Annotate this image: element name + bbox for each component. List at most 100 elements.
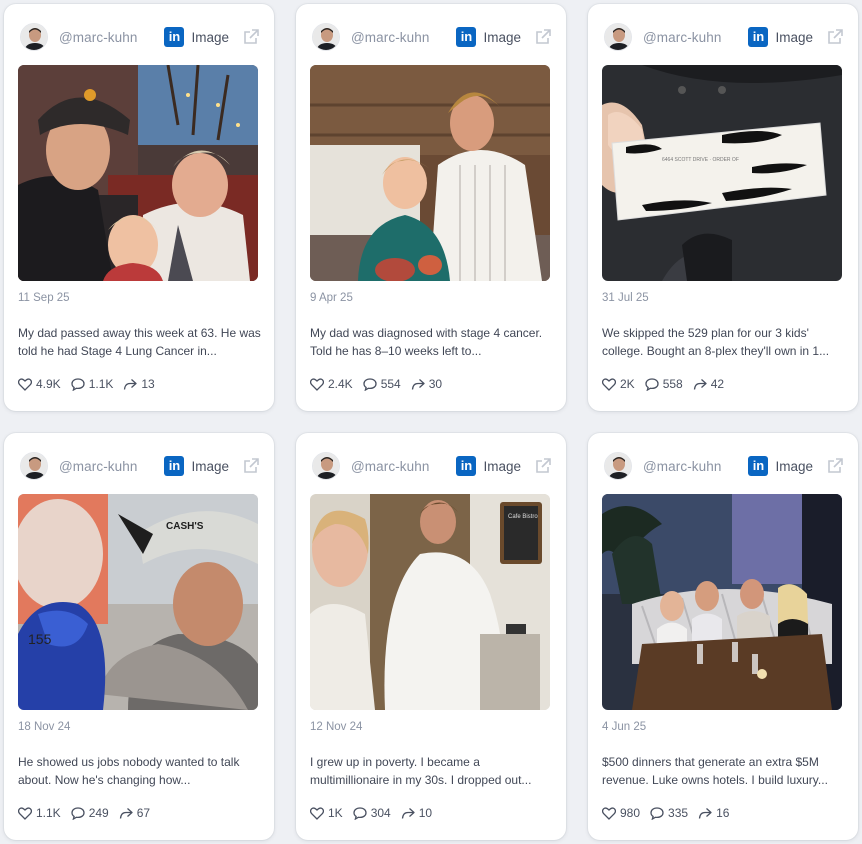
shares-count: 13 — [141, 377, 155, 391]
helmet-text: CASH'S — [166, 521, 204, 532]
author-handle[interactable]: @marc-kuhn — [643, 459, 748, 474]
likes-stat[interactable]: 2K — [602, 377, 635, 391]
share-icon — [693, 378, 707, 390]
comments-count: 304 — [370, 806, 391, 820]
post-image[interactable] — [310, 65, 550, 281]
shares-stat[interactable]: 16 — [698, 806, 729, 820]
post-image[interactable]: Cafe Bistro — [310, 494, 550, 710]
post-card[interactable]: @marc-kuhn in Image 9 Apr 25 My dad was … — [296, 4, 566, 411]
avatar[interactable] — [312, 23, 340, 51]
heart-icon — [602, 377, 616, 391]
heart-icon — [18, 377, 32, 391]
post-type-label: Image — [483, 29, 521, 45]
post-card[interactable]: @marc-kuhn in Image 11 Sep 25 My dad pas… — [4, 4, 274, 411]
share-icon — [698, 807, 712, 819]
post-stats: 980 335 16 — [602, 806, 739, 820]
shares-stat[interactable]: 67 — [119, 806, 150, 820]
check-text: 6464 SCOTT DRIVE · ORDER OF — [662, 157, 739, 163]
post-date: 11 Sep 25 — [18, 292, 70, 304]
post-stats: 2K 558 42 — [602, 377, 734, 391]
post-text[interactable]: My dad was diagnosed with stage 4 cancer… — [310, 324, 554, 360]
shares-count: 10 — [418, 806, 433, 820]
comment-icon — [645, 377, 659, 391]
comments-stat[interactable]: 1.1K — [71, 377, 114, 391]
post-type-label: Image — [483, 458, 521, 474]
post-stats: 4.9K 1.1K 13 — [18, 377, 165, 391]
comment-icon — [650, 806, 664, 820]
share-icon — [124, 378, 138, 390]
comments-stat[interactable]: 304 — [353, 806, 391, 820]
author-handle[interactable]: @marc-kuhn — [59, 30, 164, 45]
post-stats: 1.1K 249 67 — [18, 806, 160, 820]
post-type-label: Image — [775, 29, 813, 45]
card-header: @marc-kuhn in Image — [604, 21, 844, 53]
tank-number: 155 — [28, 631, 52, 647]
post-type-label: Image — [191, 458, 229, 474]
likes-stat[interactable]: 2.4K — [310, 377, 353, 391]
sign-text: Cafe Bistro — [508, 514, 538, 520]
post-card[interactable]: @marc-kuhn in Image 4 Jun 25 $500 dinner… — [588, 433, 858, 840]
comments-stat[interactable]: 249 — [71, 806, 109, 820]
external-link-icon[interactable] — [242, 28, 260, 46]
shares-stat[interactable]: 42 — [693, 377, 724, 391]
likes-stat[interactable]: 1.1K — [18, 806, 61, 820]
post-type-label: Image — [775, 458, 813, 474]
post-text[interactable]: $500 dinners that generate an extra $5M … — [602, 753, 846, 789]
card-header: @marc-kuhn in Image — [312, 21, 552, 53]
post-text[interactable]: I grew up in poverty. I became a multimi… — [310, 753, 554, 789]
external-link-icon[interactable] — [826, 28, 844, 46]
post-card[interactable]: @marc-kuhn in Image CASH'S 155 18 Nov 24… — [4, 433, 274, 840]
shares-count: 16 — [716, 806, 730, 820]
external-link-icon[interactable] — [534, 457, 552, 475]
linkedin-icon: in — [456, 456, 477, 476]
heart-icon — [18, 806, 32, 820]
likes-stat[interactable]: 1K — [310, 806, 343, 820]
avatar[interactable] — [604, 452, 632, 480]
avatar[interactable] — [20, 452, 48, 480]
post-text[interactable]: My dad passed away this week at 63. He w… — [18, 324, 262, 360]
shares-stat[interactable]: 10 — [401, 806, 432, 820]
author-handle[interactable]: @marc-kuhn — [351, 30, 456, 45]
post-card[interactable]: @marc-kuhn in Image 6464 SCOTT DRIVE · O… — [588, 4, 858, 411]
likes-count: 4.9K — [36, 377, 61, 391]
shares-count: 42 — [710, 377, 725, 391]
shares-count: 67 — [136, 806, 151, 820]
card-header: @marc-kuhn in Image — [604, 450, 844, 482]
comments-count: 1.1K — [88, 377, 114, 391]
comments-count: 554 — [380, 377, 401, 391]
heart-icon — [310, 377, 324, 391]
comments-stat[interactable]: 558 — [645, 377, 683, 391]
post-card[interactable]: @marc-kuhn in Image Cafe Bistro 12 Nov 2… — [296, 433, 566, 840]
post-text[interactable]: We skipped the 529 plan for our 3 kids' … — [602, 324, 846, 360]
post-date: 18 Nov 24 — [18, 721, 71, 733]
shares-stat[interactable]: 13 — [123, 377, 155, 391]
post-image[interactable]: 6464 SCOTT DRIVE · ORDER OF — [602, 65, 842, 281]
card-header: @marc-kuhn in Image — [20, 21, 260, 53]
likes-stat[interactable]: 980 — [602, 806, 640, 820]
comments-stat[interactable]: 335 — [650, 806, 688, 820]
avatar[interactable] — [604, 23, 632, 51]
post-image[interactable] — [18, 65, 258, 281]
post-stats: 2.4K 554 30 — [310, 377, 452, 391]
comments-stat[interactable]: 554 — [363, 377, 401, 391]
post-text[interactable]: He showed us jobs nobody wanted to talk … — [18, 753, 262, 789]
comment-icon — [71, 377, 85, 391]
post-image[interactable] — [602, 494, 842, 710]
post-image[interactable]: CASH'S 155 — [18, 494, 258, 710]
likes-count: 980 — [620, 806, 641, 820]
author-handle[interactable]: @marc-kuhn — [643, 30, 748, 45]
comment-icon — [353, 806, 367, 820]
avatar[interactable] — [312, 452, 340, 480]
likes-stat[interactable]: 4.9K — [18, 377, 61, 391]
author-handle[interactable]: @marc-kuhn — [351, 459, 456, 474]
external-link-icon[interactable] — [534, 28, 552, 46]
linkedin-icon: in — [748, 456, 769, 476]
linkedin-icon: in — [164, 27, 185, 47]
external-link-icon[interactable] — [242, 457, 260, 475]
shares-stat[interactable]: 30 — [411, 377, 442, 391]
author-handle[interactable]: @marc-kuhn — [59, 459, 164, 474]
avatar[interactable] — [20, 23, 48, 51]
share-icon — [119, 807, 133, 819]
heart-icon — [602, 806, 616, 820]
external-link-icon[interactable] — [826, 457, 844, 475]
